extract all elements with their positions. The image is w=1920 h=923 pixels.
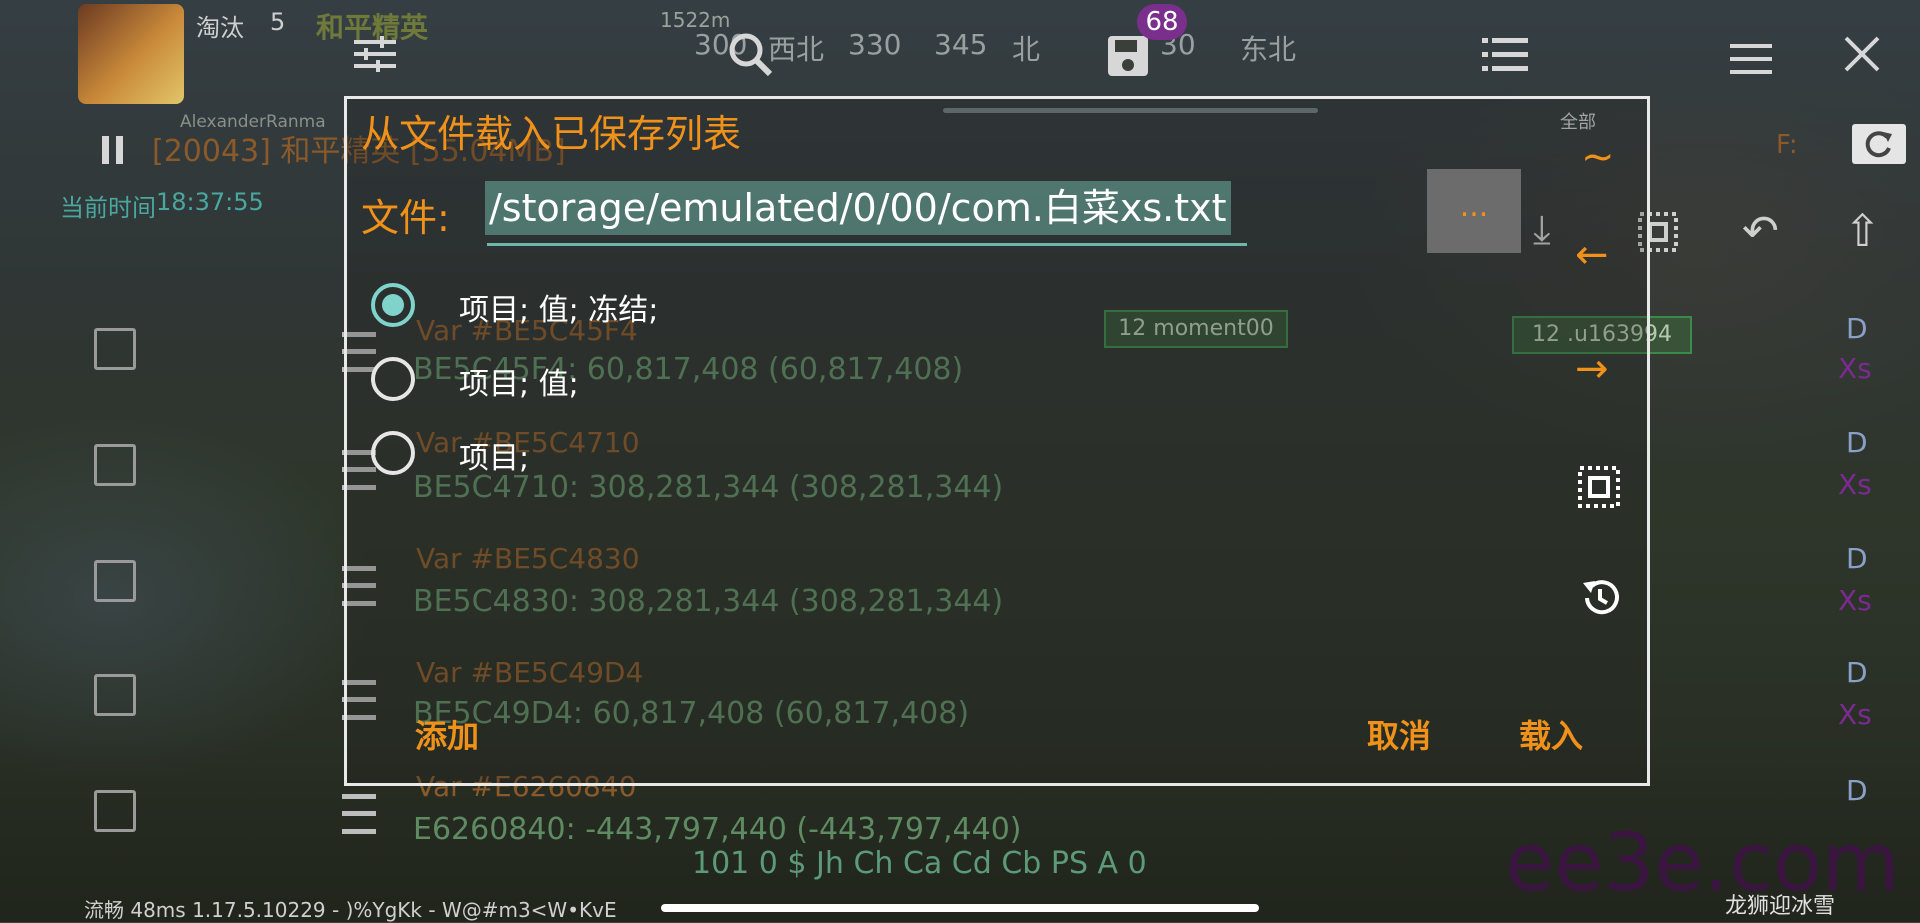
file-path-underline: [487, 243, 1247, 246]
radio-label: 项目; 值; 冻结;: [459, 293, 659, 328]
file-path-input[interactable]: /storage/emulated/0/00/com.白菜xs.txt: [485, 181, 1231, 235]
watermark: ee3e.com: [1505, 816, 1900, 909]
flag-xs: Xs: [1838, 584, 1872, 617]
var-line: E6260840: -443,797,440 (-443,797,440): [413, 812, 1022, 847]
browse-button[interactable]: ...: [1427, 169, 1521, 253]
row-checkbox[interactable]: [94, 328, 136, 370]
notification-badge: 68: [1137, 4, 1187, 40]
radio-dot: [382, 294, 404, 316]
time-label: 当前时间: [60, 194, 156, 222]
refresh-icon[interactable]: [1852, 124, 1906, 164]
drag-handle[interactable]: [342, 794, 376, 834]
save-icon[interactable]: [1106, 34, 1150, 86]
row-checkbox[interactable]: [94, 674, 136, 716]
history-icon[interactable]: [1577, 575, 1623, 629]
flag-d: D: [1846, 542, 1868, 575]
undo-icon[interactable]: ↶: [1742, 210, 1779, 254]
load-button[interactable]: 载入: [1519, 711, 1583, 757]
flag-d: D: [1846, 656, 1868, 689]
flag-xs: Xs: [1838, 352, 1872, 385]
search-icon[interactable]: [728, 32, 773, 84]
time-value: 18:37:55: [156, 188, 264, 216]
list-icon[interactable]: [1482, 36, 1528, 82]
flag-xs: Xs: [1838, 468, 1872, 501]
bottom-code-line: 101 0 $ Jh Ch Ca Cd Cb PS A 0: [692, 846, 1147, 881]
dialog-title: 从文件载入已保存列表: [361, 112, 742, 156]
file-label: 文件:: [361, 196, 450, 240]
flag-d: D: [1846, 774, 1868, 807]
row-checkbox[interactable]: [94, 790, 136, 832]
radio-label: 项目;: [459, 441, 530, 476]
flag-xs: Xs: [1838, 698, 1872, 731]
upload-icon[interactable]: ⇧: [1844, 210, 1881, 254]
radio-ring: [371, 431, 415, 475]
pause-icon[interactable]: [102, 128, 124, 172]
top-toolbar: 68: [0, 0, 1920, 164]
flag-d: D: [1846, 312, 1868, 345]
cancel-button[interactable]: 取消: [1367, 711, 1431, 757]
sliders-icon[interactable]: [352, 34, 398, 82]
radio-items[interactable]: 项目;: [371, 431, 529, 476]
radio-items-values[interactable]: 项目; 值;: [371, 357, 579, 402]
add-button[interactable]: 添加: [415, 711, 479, 757]
close-icon[interactable]: [1844, 36, 1880, 80]
load-list-dialog: 从文件载入已保存列表 文件: /storage/emulated/0/00/co…: [344, 96, 1650, 786]
radio-ring: [371, 357, 415, 401]
select-all-icon[interactable]: [1577, 465, 1621, 517]
home-indicator[interactable]: [661, 904, 1259, 912]
status-line: 流畅 48ms 1.17.5.10229 - )%YgKk - W@#m3<W•…: [84, 898, 617, 922]
flag-d: D: [1846, 426, 1868, 459]
menu-icon[interactable]: [1730, 40, 1772, 84]
radio-items-values-frozen[interactable]: 项目; 值; 冻结;: [371, 283, 658, 328]
right-arrow-icon[interactable]: →: [1575, 349, 1609, 389]
left-arrow-icon[interactable]: ←: [1575, 235, 1609, 275]
row-checkbox[interactable]: [94, 560, 136, 602]
row-checkbox[interactable]: [94, 444, 136, 486]
f-label: F:: [1776, 130, 1798, 160]
tilde-glyph[interactable]: ~: [1581, 137, 1615, 177]
radio-label: 项目; 值;: [459, 367, 579, 402]
corner-text: 龙狮迎冰雪: [1725, 894, 1836, 919]
